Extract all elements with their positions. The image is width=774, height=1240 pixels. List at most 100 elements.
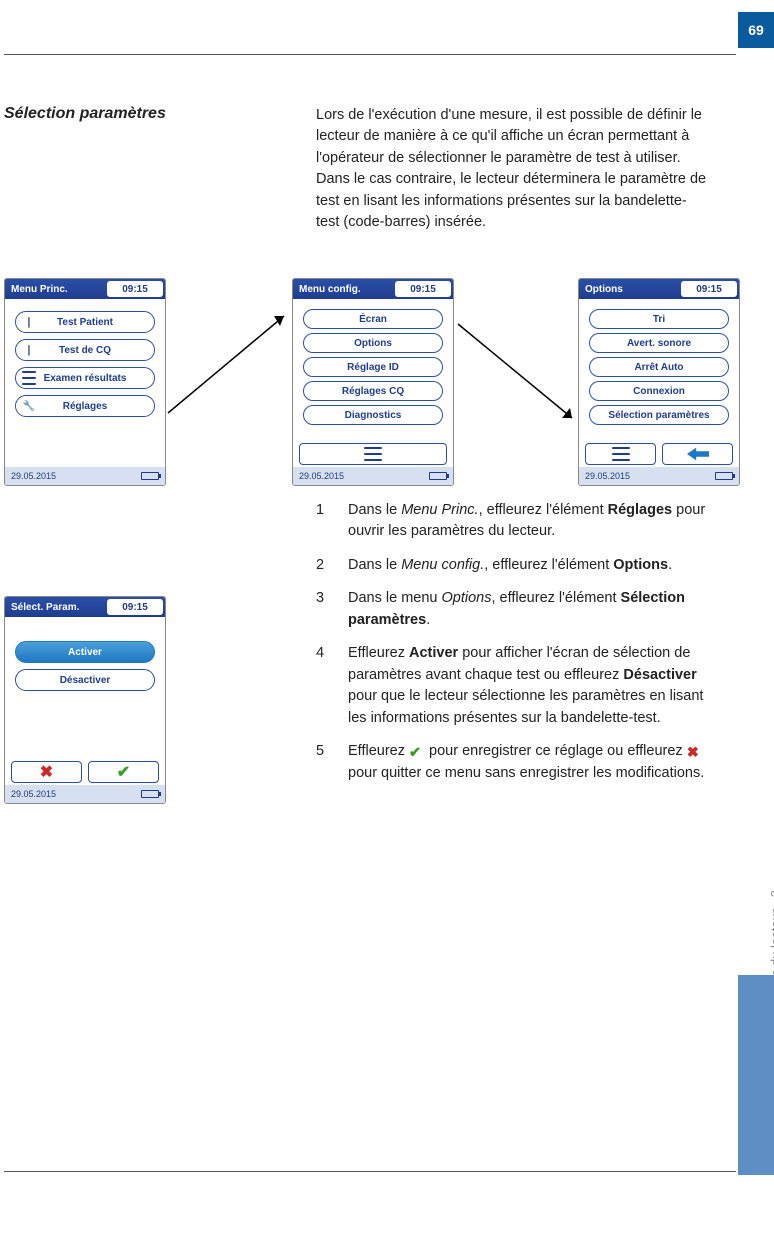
step-1: 1 Dans le Menu Princ., effleurez l'éléme… <box>316 500 708 543</box>
wrench-icon: 🔧 <box>22 399 36 413</box>
menu-item-label: Connexion <box>633 386 685 397</box>
step-text: Effleurez Activer pour afficher l'écran … <box>348 643 708 729</box>
menu-item-label: Test Patient <box>57 317 113 328</box>
menu-item-label: Diagnostics <box>345 410 402 421</box>
battery-icon <box>141 472 159 480</box>
check-icon: ✔ <box>117 762 130 782</box>
menu-item-label: Écran <box>359 314 387 325</box>
menu-item-tri[interactable]: Tri <box>589 309 729 329</box>
step-2: 2 Dans le Menu config., effleurez l'élém… <box>316 555 708 576</box>
screen-header: Sélect. Param. 09:15 <box>5 597 165 617</box>
confirm-button[interactable]: ✔ <box>88 761 159 783</box>
strip-icon: ❘ <box>22 315 36 329</box>
screen-title: Menu config. <box>293 284 361 295</box>
screen-time: 09:15 <box>107 599 163 615</box>
step-text: Dans le Menu Princ., effleurez l'élément… <box>348 500 708 543</box>
top-divider <box>4 54 736 55</box>
menu-item-arret-auto[interactable]: Arrêt Auto <box>589 357 729 377</box>
page-number-tab: 69 <box>738 12 774 48</box>
screen-main-menu: Menu Princ. 09:15 ❘ Test Patient ❘ Test de… <box>4 278 166 486</box>
list-view-button[interactable] <box>585 443 656 465</box>
battery-icon <box>429 472 447 480</box>
option-label: Activer <box>68 647 102 658</box>
option-activer[interactable]: Activer <box>15 641 155 663</box>
screen-footer: 29.05.2015 <box>579 467 739 485</box>
screen-options-menu: Options 09:15 Tri Avert. sonore Arrêt Au… <box>578 278 740 486</box>
page-number: 69 <box>748 22 764 38</box>
list-icon <box>364 447 382 461</box>
step-4: 4 Effleurez Activer pour afficher l'écra… <box>316 643 708 729</box>
menu-item-label: Arrêt Auto <box>634 362 683 373</box>
screen-time: 09:15 <box>395 281 451 297</box>
menu-item-test-patient[interactable]: ❘ Test Patient <box>15 311 155 333</box>
menu-item-ecran[interactable]: Écran <box>303 309 443 329</box>
arrow-main-to-config <box>166 308 292 418</box>
menu-item-label: Réglages <box>63 401 107 412</box>
step-number: 3 <box>316 588 348 631</box>
menu-item-label: Réglages CQ <box>342 386 404 397</box>
arrow-config-to-options <box>454 318 580 428</box>
list-icon <box>22 371 36 385</box>
screen-footer: 29.05.2015 <box>5 467 165 485</box>
screen-date: 29.05.2015 <box>585 471 630 481</box>
cancel-button[interactable]: ✖ <box>11 761 82 783</box>
menu-item-test-cq[interactable]: ❘ Test de CQ <box>15 339 155 361</box>
screen-title: Options <box>579 284 623 295</box>
strip-icon: ❘ <box>22 343 36 357</box>
menu-item-label: Réglage ID <box>347 362 399 373</box>
screen-date: 29.05.2015 <box>11 789 56 799</box>
menu-item-label: Tri <box>653 314 665 325</box>
intro-paragraph: Lors de l'exécution d'une mesure, il est… <box>316 105 708 234</box>
step-text: Dans le Menu config., effleurez l'élémen… <box>348 555 708 576</box>
screen-footer: 29.05.2015 <box>5 785 165 803</box>
menu-item-reglages[interactable]: 🔧 Réglages <box>15 395 155 417</box>
battery-icon <box>141 790 159 798</box>
list-icon <box>612 447 630 461</box>
menu-item-label: Test de CQ <box>59 345 111 356</box>
option-desactiver[interactable]: Désactiver <box>15 669 155 691</box>
step-number: 5 <box>316 741 348 784</box>
screen-title: Sélect. Param. <box>5 602 79 613</box>
menu-item-examen-resultats[interactable]: Examen résultats <box>15 367 155 389</box>
step-3: 3 Dans le menu Options, effleurez l'élém… <box>316 588 708 631</box>
screen-footer: 29.05.2015 <box>293 467 453 485</box>
check-icon: ✔ <box>409 743 425 757</box>
screenshots-row: Menu Princ. 09:15 ❘ Test Patient ❘ Test de… <box>4 278 736 498</box>
step-5: 5 Effleurez ✔ pour enregistrer ce réglag… <box>316 741 708 784</box>
menu-item-options[interactable]: Options <box>303 333 443 353</box>
step-number: 1 <box>316 500 348 543</box>
menu-item-avert-sonore[interactable]: Avert. sonore <box>589 333 729 353</box>
option-label: Désactiver <box>60 675 111 686</box>
screen-date: 29.05.2015 <box>11 471 56 481</box>
menu-item-label: Options <box>354 338 392 349</box>
screen-config-menu: Menu config. 09:15 Écran Options Réglage… <box>292 278 454 486</box>
back-button[interactable] <box>662 443 733 465</box>
screen-header: Menu config. 09:15 <box>293 279 453 299</box>
section-title: Sélection paramètres <box>4 105 166 123</box>
screen-title: Menu Princ. <box>5 284 68 295</box>
steps-list: 1 Dans le Menu Princ., effleurez l'éléme… <box>316 500 708 796</box>
screen-header: Menu Princ. 09:15 <box>5 279 165 299</box>
cross-icon: ✖ <box>687 743 703 757</box>
step-text: Dans le menu Options, effleurez l'élémen… <box>348 588 708 631</box>
menu-item-diagnostics[interactable]: Diagnostics <box>303 405 443 425</box>
back-arrow-icon <box>687 447 709 461</box>
side-color-tab <box>738 975 774 1175</box>
menu-item-connexion[interactable]: Connexion <box>589 381 729 401</box>
menu-item-selection-parametres[interactable]: Sélection paramètres <box>589 405 729 425</box>
menu-item-reglages-cq[interactable]: Réglages CQ <box>303 381 443 401</box>
step-text: Effleurez ✔ pour enregistrer ce réglage … <box>348 741 708 784</box>
cross-icon: ✖ <box>40 762 53 782</box>
screen-header: Options 09:15 <box>579 279 739 299</box>
menu-item-label: Avert. sonore <box>627 338 691 349</box>
screen-date: 29.05.2015 <box>299 471 344 481</box>
screen-time: 09:15 <box>681 281 737 297</box>
step-number: 4 <box>316 643 348 729</box>
list-view-button[interactable] <box>299 443 447 465</box>
battery-icon <box>715 472 733 480</box>
screen-time: 09:15 <box>107 281 163 297</box>
step-number: 2 <box>316 555 348 576</box>
bottom-divider <box>4 1171 736 1172</box>
screen-select-param: Sélect. Param. 09:15 Activer Désactiver … <box>4 596 166 804</box>
menu-item-reglage-id[interactable]: Réglage ID <box>303 357 443 377</box>
